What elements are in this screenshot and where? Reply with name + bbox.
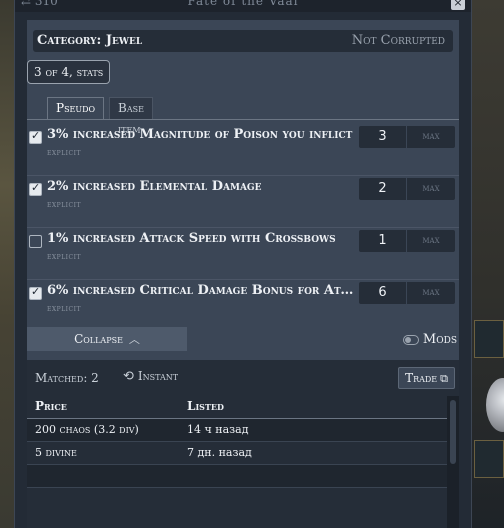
stat-type-tag: explicit [47,252,82,262]
check-icon: ✓ [31,129,41,142]
table-row[interactable]: 200 chaos (3.2 div) 14 ч назад [27,419,455,442]
price-cell: 5 divine [35,446,77,459]
stat-text[interactable]: 1% increased Attack Speed with Crossbows [47,231,359,246]
stat-filter-row: ✓ 3% increased Magnitude of Poison you i… [27,124,459,176]
window-title: Fate of the Vaal [187,0,299,8]
price-check-window: ⇄ 310 Fate of the Vaal × Category: Jewel… [14,0,472,528]
chevron-up-icon: ︿ [128,333,140,346]
category-bar: Category: Jewel Not Corrupted [33,30,453,52]
inventory-slot [474,440,504,478]
stat-type-tag: explicit [47,148,82,158]
item-panel: Category: Jewel Not Corrupted 3 of 4, st… [27,20,459,528]
game-orb-graphic [486,378,504,432]
results-table: Price Listed 200 chaos (3.2 div) 14 ч на… [27,396,455,488]
price-cell: 200 chaos (3.2 div) [35,423,139,436]
collapse-label: Collapse [74,332,123,346]
max-value-input[interactable]: max [407,230,455,252]
filter-checkbox[interactable]: ✓ [29,181,42,196]
stat-filter-row: 1% increased Attack Speed with Crossbows… [27,228,459,280]
max-value-input[interactable]: max [407,282,455,304]
tab-pseudo[interactable]: Pseudo [47,97,105,119]
listed-cell: 7 дн. назад [187,446,252,459]
filter-checkbox[interactable]: ✓ [29,129,42,144]
tab-divider [27,119,459,120]
filter-checkbox[interactable] [29,235,42,248]
min-value-input[interactable]: 1 [359,230,406,252]
results-panel: Matched: 2 ⟲ Instant Trade ⧉ Price Listed … [27,360,459,528]
external-link-icon: ⧉ [440,372,448,385]
min-value-input[interactable]: 2 [359,178,406,200]
toggle-switch-icon [402,334,419,345]
game-background-left [0,0,14,528]
instant-label: Instant [137,369,179,383]
corrupted-status[interactable]: Not Corrupted [352,33,445,48]
results-scrollbar[interactable] [447,396,459,528]
stat-text[interactable]: 3% increased Magnitude of Poison you inf… [47,127,359,142]
mods-label: Mods [422,332,457,347]
stats-count-badge[interactable]: 3 of 4, stats [27,60,111,84]
listed-cell: 14 ч назад [187,423,249,436]
scrollbar-thumb[interactable] [450,400,456,464]
close-icon[interactable]: × [451,0,465,10]
trade-button[interactable]: Trade ⧉ [398,367,455,389]
max-value-input[interactable]: max [407,126,455,148]
inventory-slot [474,320,504,358]
min-value-input[interactable]: 6 [359,282,406,304]
stat-text[interactable]: 2% increased Elemental Damage [47,179,359,194]
trade-label: Trade [405,371,438,385]
mods-toggle[interactable]: Mods [402,332,457,347]
game-background-right [470,0,504,528]
check-icon: ✓ [31,285,41,298]
stat-filter-row: ✓ 6% increased Critical Damage Bonus for… [27,280,459,332]
collapse-button[interactable]: Collapse ︿ [27,327,187,351]
history-clock-icon: ⟲ [123,369,134,384]
category-label: Category: Jewel [37,33,143,48]
min-value-input[interactable]: 3 [359,126,406,148]
table-header: Price Listed [27,396,455,419]
stat-filter-row: ✓ 2% increased Elemental Damage explicit… [27,176,459,228]
check-icon: ✓ [31,181,41,194]
matched-count: Matched: 2 [35,371,99,385]
instant-filter[interactable]: ⟲ Instant [123,369,178,384]
max-value-input[interactable]: max [407,178,455,200]
tab-base-item[interactable]: Base item [109,97,153,136]
stat-type-tag: explicit [47,304,82,314]
table-row-empty [27,465,455,488]
titlebar[interactable]: ⇄ 310 Fate of the Vaal × [15,0,471,12]
filter-checkbox[interactable]: ✓ [29,285,42,300]
stat-type-tag: explicit [47,200,82,210]
stat-text[interactable]: 6% increased Critical Damage Bonus for A… [47,283,359,298]
column-header-price[interactable]: Price [35,399,67,413]
table-row[interactable]: 5 divine 7 дн. назад [27,442,455,465]
column-header-listed[interactable]: Listed [187,399,224,413]
